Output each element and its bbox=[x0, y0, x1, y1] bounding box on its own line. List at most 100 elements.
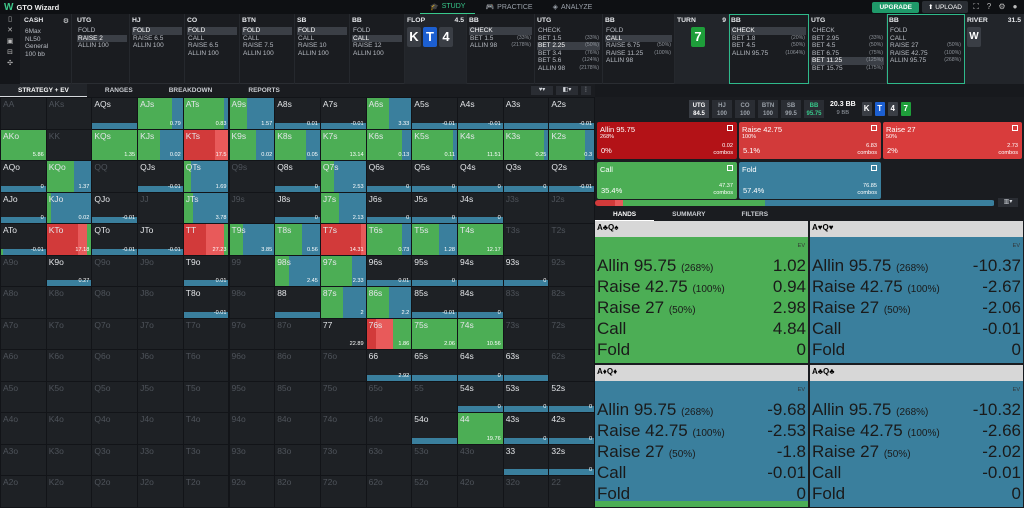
history-col-flop_actions-bb[interactable]: BB FOLD CALL RAISE 6.75 (50%) RAISE 11.25 (100… bbox=[603, 14, 675, 84]
hand-cell[interactable]: 74o bbox=[319, 412, 367, 445]
hand-cell[interactable]: T8s 0.56 bbox=[274, 223, 321, 256]
action-item[interactable]: FOLD bbox=[297, 27, 347, 35]
move-icon[interactable]: ✣ bbox=[0, 58, 20, 69]
app-logo[interactable]: W GTO Wizard bbox=[0, 2, 420, 13]
hand-cell[interactable]: A3s bbox=[502, 97, 550, 130]
hand-cell[interactable]: 75o bbox=[319, 380, 367, 413]
expand-icon[interactable] bbox=[1012, 125, 1018, 131]
hand-cell[interactable]: 43o bbox=[457, 443, 504, 476]
hand-cell[interactable]: 42s 0 bbox=[548, 412, 596, 445]
hand-cell[interactable]: Q7s 2.53 bbox=[319, 160, 367, 193]
action-box-fold[interactable]: Fold 57.4% 76.85 combos bbox=[739, 162, 881, 199]
action-item[interactable]: ALLIN 98 (2178%) bbox=[537, 65, 600, 73]
action-item[interactable]: RAISE 7.5 bbox=[242, 42, 292, 50]
hand-cell[interactable]: A5o bbox=[0, 380, 47, 413]
hand-cell[interactable]: 77 22.89 bbox=[319, 317, 367, 350]
hand-cell[interactable]: K8o bbox=[45, 286, 93, 319]
hand-cell[interactable]: 63o bbox=[365, 443, 413, 476]
tab-filters[interactable]: FILTERS bbox=[723, 209, 786, 221]
action-box-allin-95-75[interactable]: Allin 95.75 268% 0% 0.02 combos bbox=[597, 122, 737, 159]
upgrade-button[interactable]: UPGRADE bbox=[872, 1, 919, 13]
history-col-btn[interactable]: BTN FOLD CALL RAISE 7.5 ALLIN 100 bbox=[240, 14, 295, 84]
hand-cell[interactable]: 54o bbox=[411, 412, 458, 445]
hand-cell[interactable]: Q4s 0 bbox=[457, 160, 504, 193]
hand-cell[interactable]: 65s bbox=[411, 349, 458, 382]
hand-cell[interactable]: J9o bbox=[137, 254, 184, 287]
action-item[interactable]: BET 5.6 (124%) bbox=[537, 57, 600, 65]
hand-cell[interactable]: 84s 0 bbox=[457, 286, 504, 319]
position-pill-hj[interactable]: HJ 100 bbox=[712, 100, 732, 118]
hand-cell[interactable]: ATs 0.83 bbox=[182, 97, 230, 130]
hand-cell[interactable]: 53s 0 bbox=[502, 380, 550, 413]
hand-cell[interactable]: 52s 0 bbox=[548, 380, 596, 413]
hand-cell[interactable]: AKs bbox=[45, 97, 93, 130]
hand-cell[interactable]: ATo -0.01 bbox=[0, 223, 47, 256]
hand-cell[interactable]: J4o bbox=[137, 412, 184, 445]
hand-cell[interactable]: Q3s 0 bbox=[502, 160, 550, 193]
tab-hands[interactable]: HANDS bbox=[595, 209, 655, 221]
hand-cell[interactable]: T5o bbox=[182, 380, 230, 413]
history-col-flop_actions-bb[interactable]: BB CHECK BET 1.5 (33%) ALLIN 98 (2178%) bbox=[467, 14, 535, 84]
hand-cell[interactable]: 99 bbox=[228, 254, 276, 287]
action-item[interactable]: CHECK bbox=[537, 27, 600, 35]
hand-cell[interactable]: K9o 0.27 bbox=[45, 254, 93, 287]
action-item[interactable]: ALLIN 98 (2178%) bbox=[469, 42, 532, 50]
hand-cell[interactable]: T6o bbox=[182, 349, 230, 382]
hand-cell[interactable]: Q5s 0 bbox=[411, 160, 458, 193]
hand-cell[interactable]: Q5o bbox=[91, 380, 139, 413]
action-item[interactable]: BET 3.4 (76%) bbox=[537, 50, 600, 58]
action-item[interactable]: BET 2.25 (50%) bbox=[537, 42, 600, 50]
hand-cell[interactable]: J2s bbox=[548, 191, 596, 224]
hand-cell[interactable]: QQ bbox=[91, 160, 139, 193]
hand-cell[interactable]: K9s 0.02 bbox=[228, 128, 276, 161]
hand-cell[interactable]: 53o bbox=[411, 443, 458, 476]
expand-icon[interactable] bbox=[727, 125, 733, 131]
tab-reports[interactable]: REPORTS bbox=[230, 84, 297, 97]
hand-cell[interactable]: T7o bbox=[182, 317, 230, 350]
tab-ranges[interactable]: RANGES bbox=[87, 84, 151, 97]
hand-cell[interactable]: 76o bbox=[319, 349, 367, 382]
hand-cell[interactable]: AJs 0.79 bbox=[137, 97, 184, 130]
history-col-turn_actions-bb[interactable]: BB FOLD CALL RAISE 27 (50%) RAISE 42.75 (100%)… bbox=[887, 14, 965, 84]
hand-cell[interactable]: Q8s 0 bbox=[274, 160, 321, 193]
hand-cell[interactable]: 73o bbox=[319, 443, 367, 476]
hand-cell[interactable]: A6o bbox=[0, 349, 47, 382]
hand-cell[interactable]: 54s 0 bbox=[457, 380, 504, 413]
menu-icon[interactable]: ⋮ bbox=[581, 86, 591, 95]
position-pill-sb[interactable]: SB 99.5 bbox=[781, 100, 801, 118]
hand-cell[interactable]: 97s 2.33 bbox=[319, 254, 367, 287]
action-item[interactable]: ALLIN 100 bbox=[352, 50, 402, 58]
hand-cell[interactable]: K6s 0.13 bbox=[365, 128, 413, 161]
hand-cell[interactable]: J8s 0 bbox=[274, 191, 321, 224]
hand-cell[interactable]: A3o bbox=[0, 443, 47, 476]
hand-cell[interactable]: Q6o bbox=[91, 349, 139, 382]
action-item[interactable]: BET 2.95 (33%) bbox=[811, 35, 884, 43]
hand-cell[interactable]: K5s 0.11 bbox=[411, 128, 458, 161]
hand-cell[interactable]: KQo 1.37 bbox=[45, 160, 93, 193]
hand-cell[interactable]: K5o bbox=[45, 380, 93, 413]
save-icon[interactable]: ▣ bbox=[0, 36, 20, 47]
history-col-hj[interactable]: HJ FOLD RAISE 6.5 ALLIN 100 bbox=[130, 14, 185, 84]
hand-cell[interactable]: A9s 1.57 bbox=[228, 97, 276, 130]
hand-cell[interactable]: TT 27.23 bbox=[182, 223, 230, 256]
hand-cell[interactable]: 76s 1.86 bbox=[365, 317, 413, 350]
hand-cell[interactable]: K2o bbox=[45, 475, 93, 508]
hand-cell[interactable]: 64s 0 bbox=[457, 349, 504, 382]
hand-cell[interactable]: A6s 3.33 bbox=[365, 97, 413, 130]
nav-study[interactable]: 🎓 STUDY bbox=[420, 0, 476, 14]
hand-cell[interactable]: J3s bbox=[502, 191, 550, 224]
combo-card[interactable]: A♦Q♦ EV Allin 95.75 (268%) -9.68 Raise 42.75… bbox=[595, 365, 808, 507]
hand-cell[interactable]: A8s 0.01 bbox=[274, 97, 321, 130]
fullscreen-icon[interactable]: ⛶ bbox=[971, 2, 981, 12]
history-col-turn_actions-utg[interactable]: UTG CHECK BET 2.95 (33%) BET 4.5 (50%) BET 6.7… bbox=[809, 14, 887, 84]
hand-cell[interactable]: 66 2.92 bbox=[365, 349, 413, 382]
table-icon[interactable]: ⊟ bbox=[0, 47, 20, 58]
bookmark-icon[interactable]: ▯ bbox=[0, 14, 20, 25]
hand-cell[interactable]: JTs 3.78 bbox=[182, 191, 230, 224]
action-item[interactable]: FOLD bbox=[889, 27, 962, 35]
hand-cell[interactable]: 32o bbox=[502, 475, 550, 508]
hand-cell[interactable]: 95s 0 bbox=[411, 254, 458, 287]
action-item[interactable]: ALLIN 100 bbox=[132, 42, 182, 50]
action-item[interactable]: FOLD bbox=[242, 27, 292, 35]
hand-cell[interactable]: K4o bbox=[45, 412, 93, 445]
